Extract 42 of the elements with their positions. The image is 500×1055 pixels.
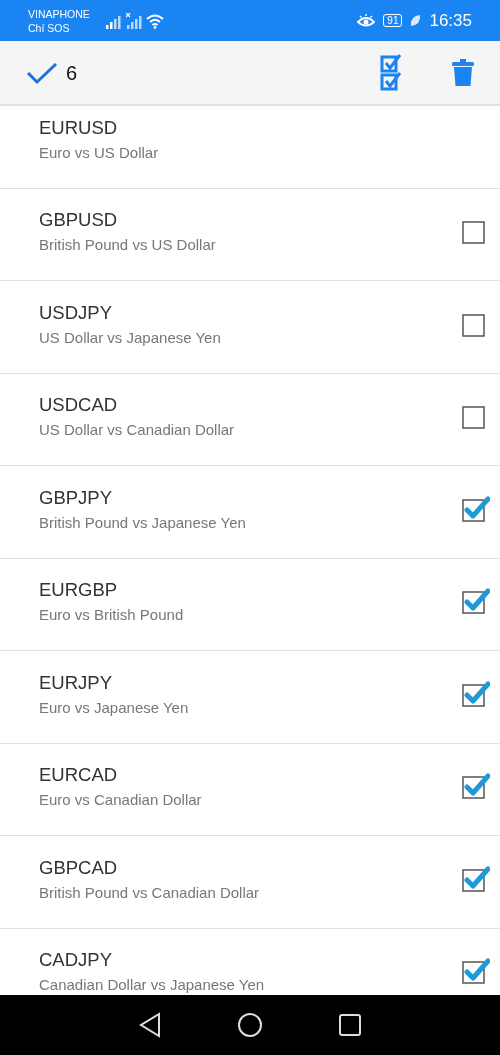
carrier-status: Chí SOS xyxy=(28,20,71,35)
no-signal-icon xyxy=(125,12,142,29)
checkbox[interactable] xyxy=(462,494,490,523)
back-icon[interactable] xyxy=(139,1012,161,1038)
symbol-description: British Pound vs US Dollar xyxy=(39,236,216,255)
wifi-icon xyxy=(145,13,164,29)
checkbox[interactable] xyxy=(462,772,490,801)
eye-icon xyxy=(357,13,376,28)
symbol-name: GBPCAD xyxy=(39,855,119,880)
trash-icon[interactable] xyxy=(452,58,474,87)
symbol-description: US Dollar vs Japanese Yen xyxy=(39,328,221,347)
symbol-name: USDJPY xyxy=(39,300,113,325)
symbol-description: Canadian Dollar vs Japanese Yen xyxy=(39,976,265,995)
symbol-description: Euro vs Canadian Dollar xyxy=(39,791,202,810)
carrier-name: VINAPHONE xyxy=(28,6,90,21)
select-all-icon[interactable] xyxy=(380,53,402,92)
checkmark-icon[interactable] xyxy=(26,60,58,85)
symbol-name: USDCAD xyxy=(39,393,119,418)
symbol-name: CADJPY xyxy=(39,948,113,973)
recent-apps-icon[interactable] xyxy=(339,1014,361,1036)
checkbox[interactable] xyxy=(462,679,490,708)
clock: 16:35 xyxy=(429,9,472,32)
signal-icon xyxy=(105,14,122,29)
checkbox[interactable] xyxy=(462,587,490,616)
checkbox[interactable] xyxy=(462,864,490,893)
symbol-name: GBPUSD xyxy=(39,208,119,233)
symbol-name: GBPJPY xyxy=(39,485,113,510)
symbol-name: EURJPY xyxy=(39,670,113,695)
symbol-description: US Dollar vs Canadian Dollar xyxy=(39,421,235,440)
symbol-description: Euro vs British Pound xyxy=(39,606,184,625)
symbol-description: Euro vs Japanese Yen xyxy=(39,698,189,717)
battery-level: 91 xyxy=(383,14,403,27)
selection-count: 6 xyxy=(66,60,78,86)
leaf-icon xyxy=(410,14,422,27)
symbol-description: Euro vs US Dollar xyxy=(39,143,159,162)
home-icon[interactable] xyxy=(237,1012,263,1038)
symbol-name: EURGBP xyxy=(39,578,119,603)
checkbox[interactable] xyxy=(462,957,490,986)
symbol-description: British Pound vs Japanese Yen xyxy=(39,513,246,532)
symbol-name: EURCAD xyxy=(39,763,119,788)
symbol-description: British Pound vs Canadian Dollar xyxy=(39,883,260,902)
symbol-name: EURUSD xyxy=(39,115,119,140)
